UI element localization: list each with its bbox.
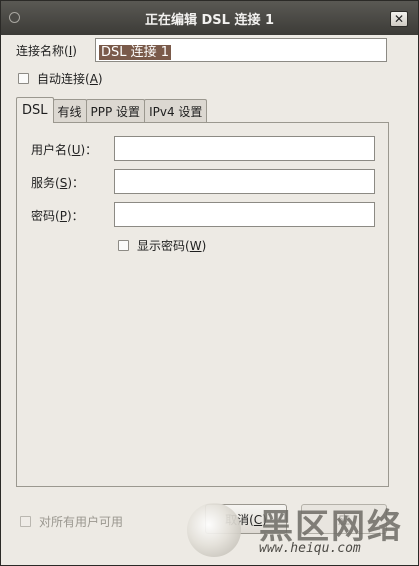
auto-connect-label: 自动连接(A) xyxy=(37,72,103,86)
window-title: 正在编辑 DSL 连接 1 xyxy=(144,12,275,28)
show-password-checkbox[interactable] xyxy=(118,240,129,251)
username-label: 用户名(U)： xyxy=(31,143,98,157)
service-label: 服务(S)： xyxy=(31,176,84,190)
tab-ppp-settings[interactable]: PPP 设置 xyxy=(85,99,146,123)
dsl-tab-panel: 用户名(U)： 服务(S)： 密码(P)： 显示密码(W) xyxy=(16,122,389,487)
tab-dsl[interactable]: DSL xyxy=(16,97,54,123)
show-password-row[interactable]: 显示密码(W) xyxy=(118,237,206,254)
watermark-url: www.heiqu.com xyxy=(259,541,361,556)
all-users-label: 对所有用户可用 xyxy=(39,515,124,529)
window-menu-icon[interactable] xyxy=(9,12,20,23)
connection-name-input[interactable]: DSL 连接 1 xyxy=(95,38,387,62)
cancel-button-label: 取消(C) xyxy=(225,512,267,527)
connection-name-label: 连接名称(I) xyxy=(16,43,77,58)
apply-button-label: 应 xyxy=(337,512,350,527)
close-icon[interactable]: ✕ xyxy=(390,11,408,27)
tab-ipv4-settings[interactable]: IPv4 设置 xyxy=(144,99,208,123)
all-users-row: 对所有用户可用 xyxy=(20,513,123,530)
password-label: 密码(P)： xyxy=(31,209,84,223)
connection-name-value: DSL 连接 1 xyxy=(99,45,172,60)
service-input[interactable] xyxy=(114,169,375,194)
apply-button: 应 xyxy=(301,504,387,534)
password-input[interactable] xyxy=(114,202,375,227)
connection-name-row: 连接名称(I) DSL 连接 1 xyxy=(16,37,388,63)
auto-connect-row[interactable]: 自动连接(A) xyxy=(18,70,103,87)
show-password-label: 显示密码(W) xyxy=(137,239,207,253)
tab-bar: DSL 有线 PPP 设置 IPv4 设置 xyxy=(16,97,208,123)
tab-wired[interactable]: 有线 xyxy=(52,99,87,123)
auto-connect-checkbox[interactable] xyxy=(18,73,29,84)
cancel-button[interactable]: 取消(C) xyxy=(205,504,287,534)
dialog-window: 正在编辑 DSL 连接 1 ✕ 连接名称(I) DSL 连接 1 自动连接(A)… xyxy=(0,0,419,566)
title-bar: 正在编辑 DSL 连接 1 ✕ xyxy=(1,1,418,35)
all-users-checkbox xyxy=(20,516,31,527)
username-input[interactable] xyxy=(114,136,375,161)
